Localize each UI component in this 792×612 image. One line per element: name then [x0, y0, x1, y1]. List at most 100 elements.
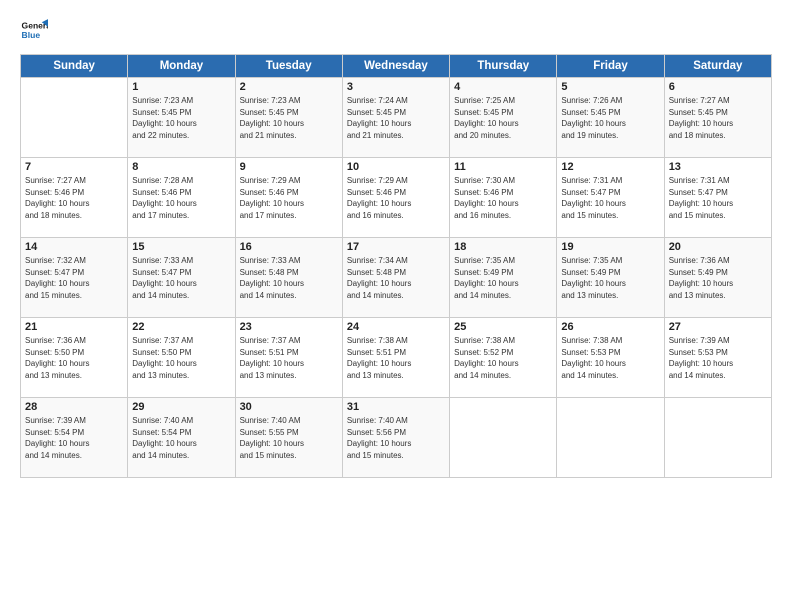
- weekday-header-sunday: Sunday: [21, 55, 128, 78]
- day-number: 4: [454, 81, 552, 93]
- calendar-cell: [21, 78, 128, 158]
- day-number: 21: [25, 321, 123, 333]
- calendar-cell: 17 Sunrise: 7:34 AM Sunset: 5:48 PM Dayli…: [342, 238, 449, 318]
- calendar-cell: 14 Sunrise: 7:32 AM Sunset: 5:47 PM Dayli…: [21, 238, 128, 318]
- day-info: Sunrise: 7:36 AM Sunset: 5:50 PM Dayligh…: [25, 335, 123, 381]
- calendar-cell: 8Sunrise: 7:28 AM Sunset: 5:46 PM Daylig…: [128, 158, 235, 238]
- day-info: Sunrise: 7:38 AM Sunset: 5:51 PM Dayligh…: [347, 335, 445, 381]
- calendar-cell: 25 Sunrise: 7:38 AM Sunset: 5:52 PM Dayli…: [450, 318, 557, 398]
- calendar-cell: 13 Sunrise: 7:31 AM Sunset: 5:47 PM Dayli…: [664, 158, 771, 238]
- day-info: Sunrise: 7:38 AM Sunset: 5:53 PM Dayligh…: [561, 335, 659, 381]
- calendar-cell: 23 Sunrise: 7:37 AM Sunset: 5:51 PM Dayli…: [235, 318, 342, 398]
- weekday-header-tuesday: Tuesday: [235, 55, 342, 78]
- day-info: Sunrise: 7:32 AM Sunset: 5:47 PM Dayligh…: [25, 255, 123, 301]
- day-info: Sunrise: 7:31 AM Sunset: 5:47 PM Dayligh…: [669, 175, 767, 221]
- day-number: 18: [454, 241, 552, 253]
- day-number: 6: [669, 81, 767, 93]
- calendar-cell: 27 Sunrise: 7:39 AM Sunset: 5:53 PM Dayli…: [664, 318, 771, 398]
- calendar-cell: 29Sunrise: 7:40 AM Sunset: 5:54 PM Dayli…: [128, 398, 235, 478]
- calendar-table: SundayMondayTuesdayWednesdayThursdayFrid…: [20, 54, 772, 478]
- day-info: Sunrise: 7:27 AM Sunset: 5:45 PM Dayligh…: [669, 95, 767, 141]
- day-number: 10: [347, 161, 445, 173]
- day-number: 5: [561, 81, 659, 93]
- day-number: 11: [454, 161, 552, 173]
- calendar-cell: 20 Sunrise: 7:36 AM Sunset: 5:49 PM Dayli…: [664, 238, 771, 318]
- day-info: Sunrise: 7:25 AM Sunset: 5:45 PM Dayligh…: [454, 95, 552, 141]
- day-info: Sunrise: 7:34 AM Sunset: 5:48 PM Dayligh…: [347, 255, 445, 301]
- day-info: Sunrise: 7:23 AM Sunset: 5:45 PM Dayligh…: [240, 95, 338, 141]
- day-number: 16: [240, 241, 338, 253]
- day-info: Sunrise: 7:37 AM Sunset: 5:50 PM Dayligh…: [132, 335, 230, 381]
- day-number: 14: [25, 241, 123, 253]
- day-number: 7: [25, 161, 123, 173]
- calendar-cell: 9Sunrise: 7:29 AM Sunset: 5:46 PM Daylig…: [235, 158, 342, 238]
- calendar-cell: 15 Sunrise: 7:33 AM Sunset: 5:47 PM Dayli…: [128, 238, 235, 318]
- calendar-cell: [664, 398, 771, 478]
- calendar-cell: [450, 398, 557, 478]
- logo-icon: General Blue: [20, 16, 48, 44]
- calendar-cell: 18 Sunrise: 7:35 AM Sunset: 5:49 PM Dayli…: [450, 238, 557, 318]
- calendar-cell: 5 Sunrise: 7:26 AM Sunset: 5:45 PM Daylig…: [557, 78, 664, 158]
- day-number: 19: [561, 241, 659, 253]
- day-number: 25: [454, 321, 552, 333]
- calendar-cell: 30 Sunrise: 7:40 AM Sunset: 5:55 PM Dayli…: [235, 398, 342, 478]
- weekday-header-saturday: Saturday: [664, 55, 771, 78]
- day-info: Sunrise: 7:40 AM Sunset: 5:56 PM Dayligh…: [347, 415, 445, 461]
- calendar-cell: 24 Sunrise: 7:38 AM Sunset: 5:51 PM Dayli…: [342, 318, 449, 398]
- day-number: 28: [25, 401, 123, 413]
- weekday-header-wednesday: Wednesday: [342, 55, 449, 78]
- day-info: Sunrise: 7:29 AM Sunset: 5:46 PM Dayligh…: [347, 175, 445, 221]
- logo: General Blue: [20, 16, 52, 44]
- calendar-cell: [557, 398, 664, 478]
- day-number: 31: [347, 401, 445, 413]
- day-info: Sunrise: 7:30 AM Sunset: 5:46 PM Dayligh…: [454, 175, 552, 221]
- day-number: 12: [561, 161, 659, 173]
- day-info: Sunrise: 7:37 AM Sunset: 5:51 PM Dayligh…: [240, 335, 338, 381]
- day-info: Sunrise: 7:29 AM Sunset: 5:46 PM Dayligh…: [240, 175, 338, 221]
- day-info: Sunrise: 7:40 AM Sunset: 5:55 PM Dayligh…: [240, 415, 338, 461]
- day-number: 2: [240, 81, 338, 93]
- day-info: Sunrise: 7:38 AM Sunset: 5:52 PM Dayligh…: [454, 335, 552, 381]
- calendar-cell: 11 Sunrise: 7:30 AM Sunset: 5:46 PM Dayli…: [450, 158, 557, 238]
- calendar-cell: 16 Sunrise: 7:33 AM Sunset: 5:48 PM Dayli…: [235, 238, 342, 318]
- calendar-cell: 3Sunrise: 7:24 AM Sunset: 5:45 PM Daylig…: [342, 78, 449, 158]
- day-number: 22: [132, 321, 230, 333]
- calendar-cell: 21 Sunrise: 7:36 AM Sunset: 5:50 PM Dayli…: [21, 318, 128, 398]
- day-info: Sunrise: 7:24 AM Sunset: 5:45 PM Dayligh…: [347, 95, 445, 141]
- calendar-cell: 19 Sunrise: 7:35 AM Sunset: 5:49 PM Dayli…: [557, 238, 664, 318]
- day-info: Sunrise: 7:31 AM Sunset: 5:47 PM Dayligh…: [561, 175, 659, 221]
- day-info: Sunrise: 7:33 AM Sunset: 5:48 PM Dayligh…: [240, 255, 338, 301]
- day-info: Sunrise: 7:35 AM Sunset: 5:49 PM Dayligh…: [454, 255, 552, 301]
- day-number: 20: [669, 241, 767, 253]
- day-number: 30: [240, 401, 338, 413]
- day-number: 23: [240, 321, 338, 333]
- day-info: Sunrise: 7:23 AM Sunset: 5:45 PM Dayligh…: [132, 95, 230, 141]
- calendar-cell: 2 Sunrise: 7:23 AM Sunset: 5:45 PM Daylig…: [235, 78, 342, 158]
- day-info: Sunrise: 7:39 AM Sunset: 5:54 PM Dayligh…: [25, 415, 123, 461]
- day-number: 26: [561, 321, 659, 333]
- day-info: Sunrise: 7:26 AM Sunset: 5:45 PM Dayligh…: [561, 95, 659, 141]
- calendar-cell: 28 Sunrise: 7:39 AM Sunset: 5:54 PM Dayli…: [21, 398, 128, 478]
- day-number: 24: [347, 321, 445, 333]
- weekday-header-monday: Monday: [128, 55, 235, 78]
- calendar-cell: 7 Sunrise: 7:27 AM Sunset: 5:46 PM Daylig…: [21, 158, 128, 238]
- day-number: 1: [132, 81, 230, 93]
- calendar-cell: 26 Sunrise: 7:38 AM Sunset: 5:53 PM Dayli…: [557, 318, 664, 398]
- calendar-cell: 4 Sunrise: 7:25 AM Sunset: 5:45 PM Daylig…: [450, 78, 557, 158]
- weekday-header-friday: Friday: [557, 55, 664, 78]
- calendar-cell: 31 Sunrise: 7:40 AM Sunset: 5:56 PM Dayli…: [342, 398, 449, 478]
- calendar-cell: 12 Sunrise: 7:31 AM Sunset: 5:47 PM Dayli…: [557, 158, 664, 238]
- day-info: Sunrise: 7:39 AM Sunset: 5:53 PM Dayligh…: [669, 335, 767, 381]
- weekday-header-thursday: Thursday: [450, 55, 557, 78]
- day-info: Sunrise: 7:33 AM Sunset: 5:47 PM Dayligh…: [132, 255, 230, 301]
- day-number: 13: [669, 161, 767, 173]
- svg-text:Blue: Blue: [22, 30, 41, 40]
- day-info: Sunrise: 7:27 AM Sunset: 5:46 PM Dayligh…: [25, 175, 123, 221]
- calendar-cell: 6 Sunrise: 7:27 AM Sunset: 5:45 PM Daylig…: [664, 78, 771, 158]
- day-info: Sunrise: 7:35 AM Sunset: 5:49 PM Dayligh…: [561, 255, 659, 301]
- calendar-cell: 22 Sunrise: 7:37 AM Sunset: 5:50 PM Dayli…: [128, 318, 235, 398]
- day-number: 15: [132, 241, 230, 253]
- day-number: 27: [669, 321, 767, 333]
- day-info: Sunrise: 7:36 AM Sunset: 5:49 PM Dayligh…: [669, 255, 767, 301]
- day-number: 17: [347, 241, 445, 253]
